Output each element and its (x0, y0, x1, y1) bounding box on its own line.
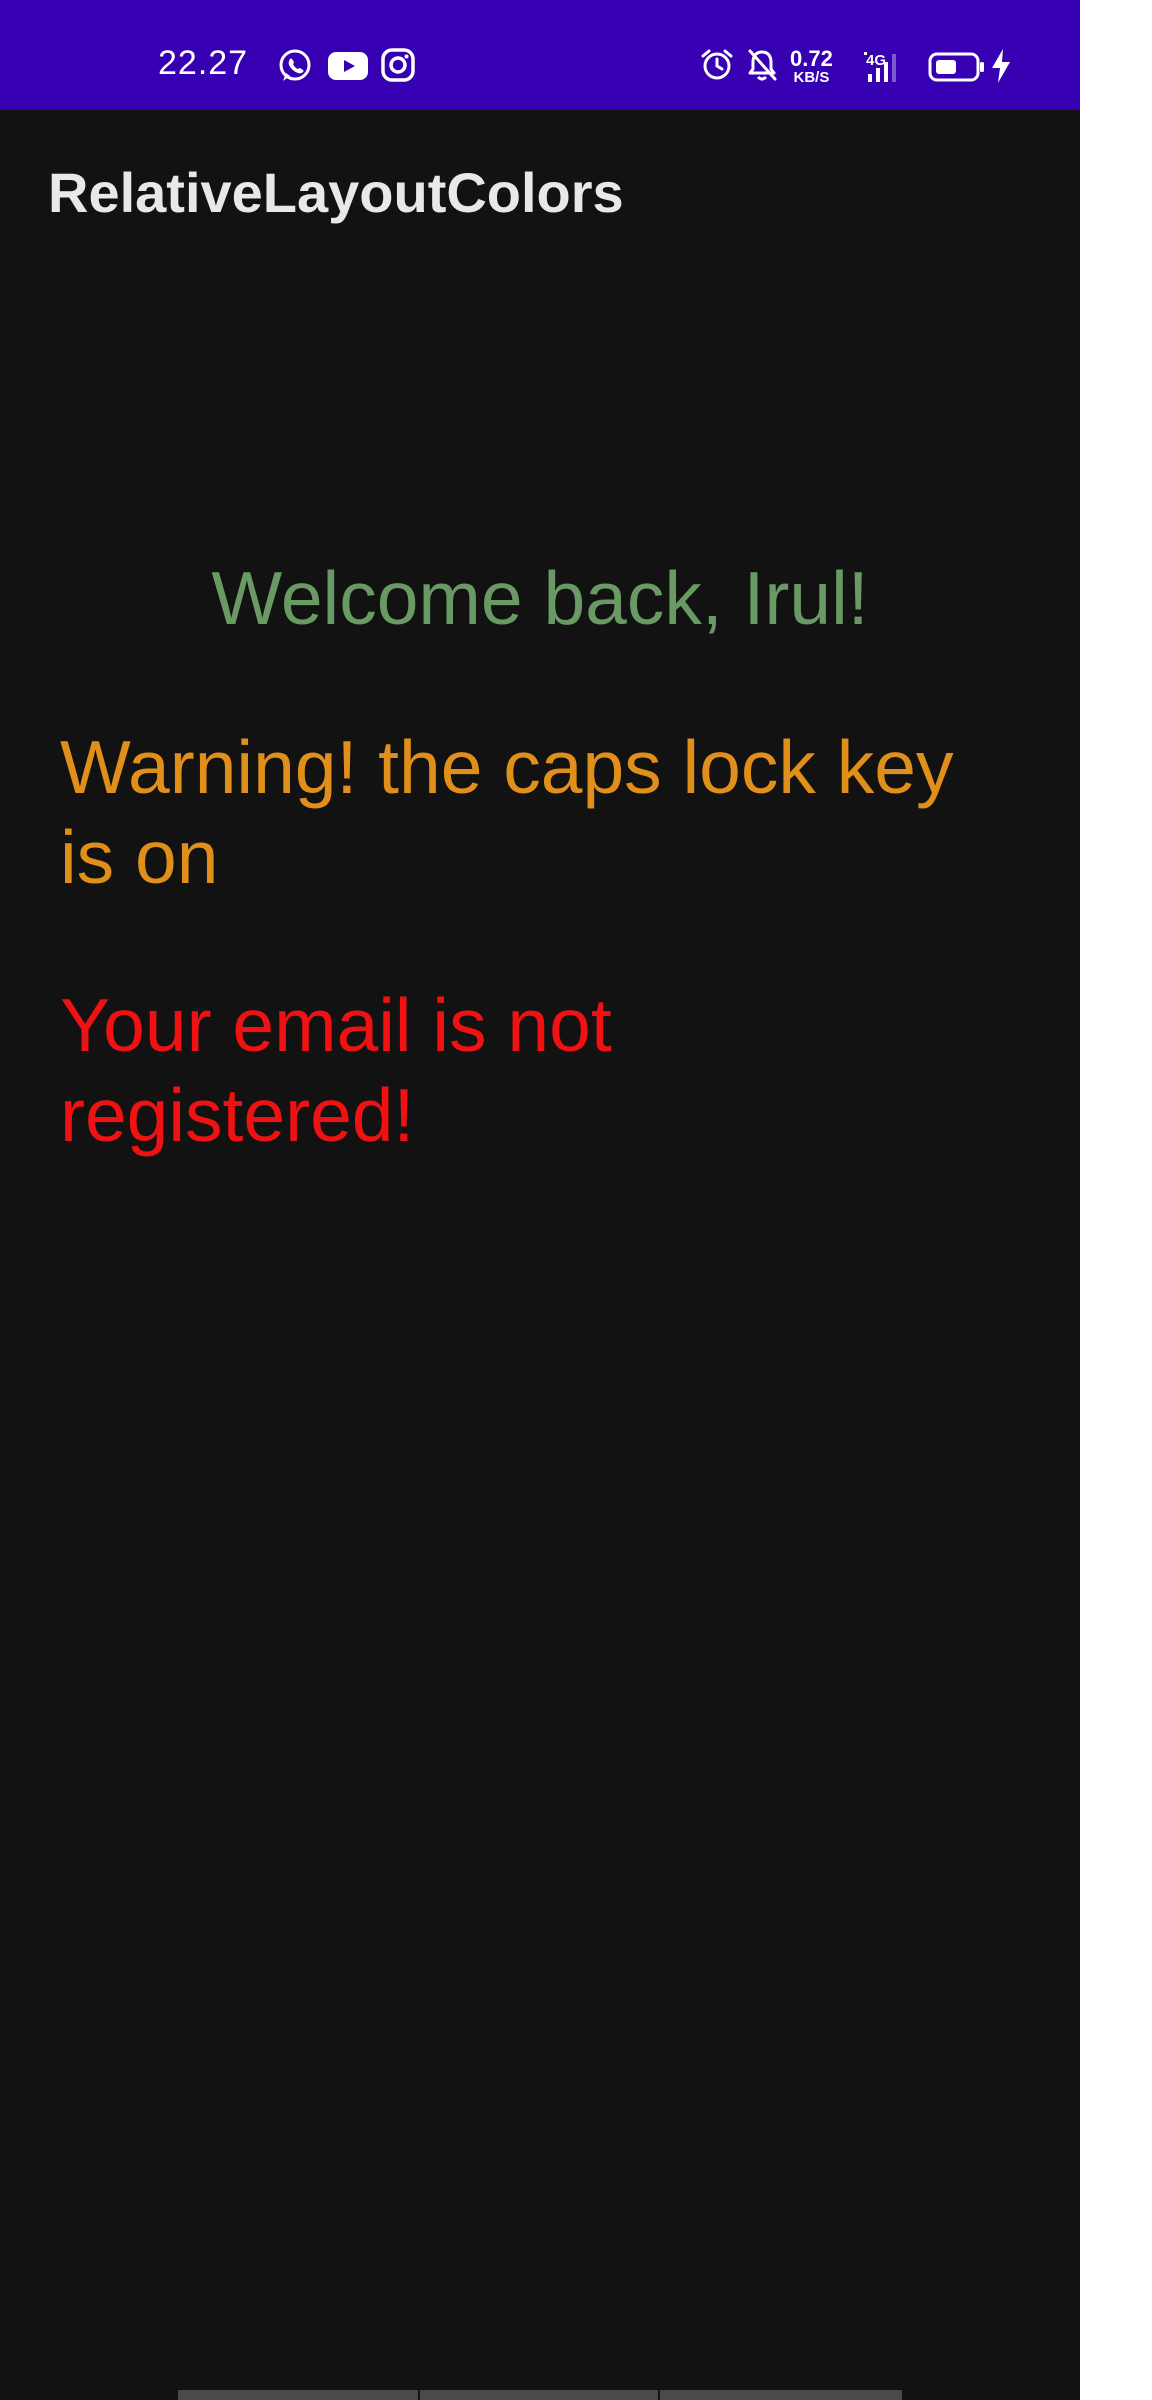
youtube-icon (328, 52, 368, 80)
instagram-icon (381, 48, 415, 82)
alarm-icon (701, 49, 733, 80)
charging-bolt-icon (992, 49, 1010, 83)
network-speed-indicator: 0.72 KB/S (790, 46, 833, 86)
caps-lock-warning: Warning! the caps lock key is on (60, 725, 954, 899)
network-speed-unit: KB/S (793, 69, 830, 86)
status-bar: 22.27 0.72 KB/S 4G (0, 0, 1080, 110)
nav-bar-segment (660, 2390, 902, 2400)
nav-bar-segment (420, 2390, 658, 2400)
network-type-label: 4G (866, 52, 886, 69)
status-time: 22.27 (158, 44, 249, 82)
app-bar-title: RelativeLayoutColors (48, 161, 624, 224)
email-error-message: Your email is not registered! (60, 983, 612, 1157)
app-screen: 22.27 0.72 KB/S 4G RelativeLayoutColors … (0, 0, 1080, 2400)
silent-bell-icon (748, 49, 777, 81)
network-speed-value: 0.72 (790, 46, 833, 71)
welcome-message: Welcome back, Irul! (211, 556, 869, 640)
nav-bar-segment (178, 2390, 418, 2400)
gesture-navigation-bar[interactable] (178, 2390, 902, 2400)
battery-icon (928, 52, 984, 82)
whatsapp-icon (279, 49, 311, 81)
signal-4g-icon: 4G (864, 52, 896, 82)
